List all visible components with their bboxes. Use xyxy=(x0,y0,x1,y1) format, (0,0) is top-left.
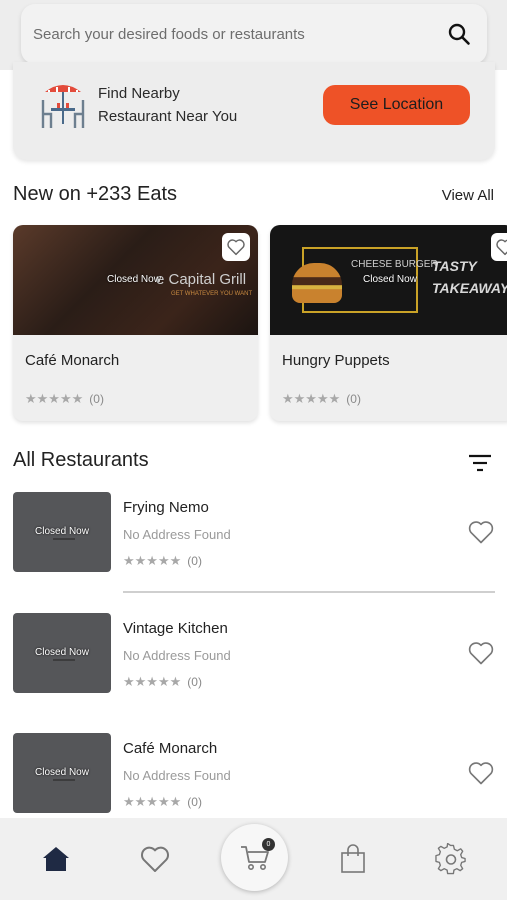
filter-icon[interactable] xyxy=(468,454,492,472)
restaurant-name: Vintage Kitchen xyxy=(123,620,228,637)
restaurant-address: No Address Found xyxy=(123,648,231,663)
closed-now-label: Closed Now xyxy=(363,274,417,285)
new-restaurant-card[interactable]: CHEESE BURGER TASTY TAKEAWAYS Closed Now… xyxy=(270,225,507,421)
star-rating-icon: ★★★★★ xyxy=(123,794,182,809)
restaurant-list-item[interactable]: Closed Now Vintage Kitchen No Address Fo… xyxy=(13,613,495,693)
star-rating-icon: ★★★★★ xyxy=(25,391,84,406)
restaurant-table-icon xyxy=(39,80,87,132)
rating: ★★★★★ (0) xyxy=(123,794,202,810)
banner-title: CHEESE BURGER xyxy=(351,259,438,270)
list-divider xyxy=(123,591,495,593)
heart-icon[interactable] xyxy=(138,842,172,876)
view-all-link[interactable]: View All xyxy=(442,187,494,204)
card-name: Café Monarch xyxy=(25,352,120,369)
rating-count: (0) xyxy=(187,675,202,689)
home-icon[interactable] xyxy=(39,842,73,876)
restaurant-address: No Address Found xyxy=(123,768,231,783)
nearby-line-1: Find Nearby xyxy=(98,85,180,102)
new-restaurant-card[interactable]: e Capital Grill GET WHATEVER YOU WANT Cl… xyxy=(13,225,258,421)
heart-icon[interactable] xyxy=(467,760,495,786)
star-rating-icon: ★★★★★ xyxy=(282,391,341,406)
search-input[interactable]: Search your desired foods or restaurants xyxy=(33,26,445,43)
rating: ★★★★★ (0) xyxy=(123,674,202,690)
burger-image xyxy=(292,263,342,303)
bottom-nav: 0 xyxy=(0,818,507,900)
rating: ★★★★★ (0) xyxy=(25,391,104,407)
see-location-button[interactable]: See Location xyxy=(323,85,470,125)
closed-now-label: Closed Now xyxy=(35,647,89,658)
rating-count: (0) xyxy=(187,795,202,809)
heart-icon[interactable] xyxy=(467,519,495,545)
rating-count: (0) xyxy=(346,392,361,406)
new-section-title: New on +233 Eats xyxy=(13,183,177,205)
favorite-button[interactable] xyxy=(222,233,250,261)
closed-now-label: Closed Now xyxy=(107,274,161,285)
rating-count: (0) xyxy=(89,392,104,406)
restaurant-list-item[interactable]: Closed Now Frying Nemo No Address Found … xyxy=(13,492,495,572)
restaurant-thumbnail: Closed Now xyxy=(13,613,111,693)
rating: ★★★★★ (0) xyxy=(123,553,202,569)
restaurant-name: Frying Nemo xyxy=(123,499,209,516)
restaurant-name: Café Monarch xyxy=(123,740,218,757)
nearby-line-2: Restaurant Near You xyxy=(98,108,238,125)
restaurant-thumbnail: Closed Now xyxy=(13,492,111,572)
restaurant-list-item[interactable]: Closed Now Café Monarch No Address Found… xyxy=(13,733,495,813)
cart-count-badge: 0 xyxy=(262,838,275,851)
rating: ★★★★★ (0) xyxy=(282,391,361,407)
rating-count: (0) xyxy=(187,554,202,568)
restaurant-thumbnail: Closed Now xyxy=(13,733,111,813)
cart-button[interactable]: 0 xyxy=(221,824,288,891)
restaurant-address: No Address Found xyxy=(123,527,231,542)
banner-title: e Capital Grill xyxy=(156,271,247,288)
banner-subtitle: TASTY TAKEAWAYS xyxy=(432,258,507,296)
closed-now-label: Closed Now xyxy=(35,526,89,537)
closed-now-label: Closed Now xyxy=(35,767,89,778)
search-bar[interactable]: Search your desired foods or restaurants xyxy=(21,4,487,64)
settings-icon[interactable] xyxy=(434,842,468,876)
favorite-button[interactable] xyxy=(491,233,507,261)
star-rating-icon: ★★★★★ xyxy=(123,674,182,689)
heart-icon[interactable] xyxy=(467,640,495,666)
search-icon[interactable] xyxy=(445,20,473,48)
bag-icon[interactable] xyxy=(336,842,370,876)
restaurant-banner: CHEESE BURGER TASTY TAKEAWAYS Closed Now xyxy=(270,225,507,335)
star-rating-icon: ★★★★★ xyxy=(123,553,182,568)
banner-subtitle: GET WHATEVER YOU WANT xyxy=(171,291,253,297)
all-restaurants-title: All Restaurants xyxy=(13,449,149,471)
nearby-restaurant-card: Find Nearby Restaurant Near You See Loca… xyxy=(13,62,495,160)
nearby-text: Find Nearby Restaurant Near You xyxy=(98,82,237,128)
card-name: Hungry Puppets xyxy=(282,352,390,369)
